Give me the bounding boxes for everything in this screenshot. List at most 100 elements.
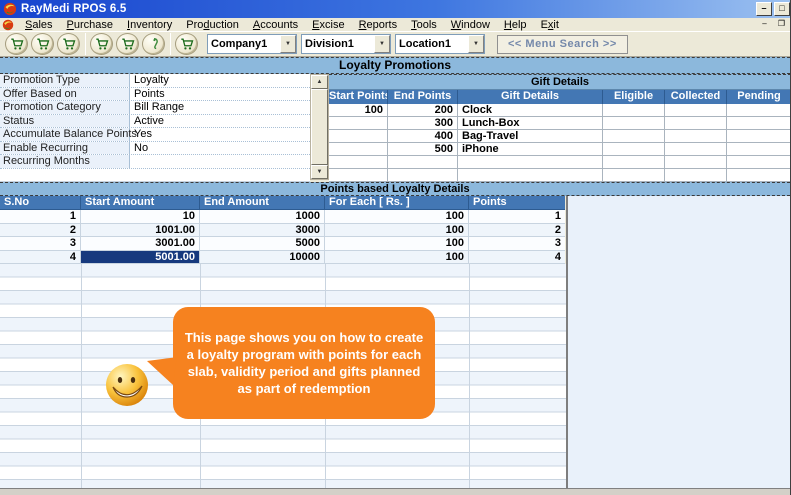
points-cell[interactable]: 4 (469, 251, 565, 264)
end-points-cell[interactable]: 200 (388, 104, 458, 117)
menu-exit[interactable]: Exit (534, 19, 566, 31)
column-header: Start Amount (81, 196, 200, 209)
scrollbar-thumb[interactable] (311, 89, 328, 165)
property-value[interactable]: No (130, 142, 310, 155)
gift-details-header-row: Start Points End Points Gift Details Eli… (329, 90, 791, 104)
collected-cell[interactable] (665, 143, 727, 156)
pending-cell[interactable] (727, 117, 791, 130)
end-amount-cell[interactable]: 10000 (200, 251, 325, 264)
eligible-cell[interactable] (603, 130, 665, 143)
company-combobox[interactable]: Company1 ▼ (207, 34, 297, 54)
start-amount-cell[interactable]: 10 (81, 210, 200, 223)
for-each-cell[interactable]: 100 (325, 210, 469, 223)
sno-cell[interactable]: 2 (0, 224, 81, 237)
mdi-restore-button[interactable]: ❐ (774, 18, 789, 30)
eligible-cell[interactable] (603, 104, 665, 117)
promotion-properties-table: Promotion TypeLoyalty Offer Based onPoin… (0, 74, 310, 182)
start-points-cell[interactable]: 100 (329, 104, 388, 117)
start-points-cell[interactable] (329, 130, 388, 143)
seahorse-icon (147, 37, 161, 51)
menu-purchase[interactable]: Purchase (60, 19, 120, 31)
maximize-button[interactable]: □ (774, 2, 790, 16)
pending-cell[interactable] (727, 130, 791, 143)
eligible-cell[interactable] (603, 143, 665, 156)
raymedi-logo-icon (3, 2, 17, 16)
menu-inventory[interactable]: Inventory (120, 19, 179, 31)
toolbar-cart-button-4[interactable] (90, 33, 113, 55)
column-header: For Each [ Rs. ] (325, 196, 469, 209)
menu-production[interactable]: Production (179, 19, 246, 31)
property-label: Accumulate Balance Points (0, 128, 130, 141)
location-combobox[interactable]: Location1 ▼ (395, 34, 485, 54)
toolbar-cart-button-5[interactable] (116, 33, 139, 55)
pending-cell[interactable] (727, 104, 791, 117)
scroll-down-icon[interactable]: ▼ (311, 165, 328, 179)
end-points-cell[interactable]: 300 (388, 117, 458, 130)
menu-tools[interactable]: Tools (404, 19, 444, 31)
pending-cell[interactable] (727, 143, 791, 156)
menu-accounts[interactable]: Accounts (246, 19, 305, 31)
gift-name-cell[interactable]: iPhone (458, 143, 603, 156)
toolbar-cart-button-7[interactable] (175, 33, 198, 55)
child-window-icon[interactable] (2, 19, 14, 31)
end-amount-cell[interactable]: 3000 (200, 224, 325, 237)
gift-name-cell[interactable]: Lunch-Box (458, 117, 603, 130)
property-value[interactable]: Yes (130, 128, 310, 141)
toolbar-cart-button-1[interactable] (5, 33, 28, 55)
shopping-cart-icon (36, 37, 50, 51)
points-cell[interactable]: 2 (469, 224, 565, 237)
scroll-up-icon[interactable]: ▲ (311, 75, 328, 89)
page-title: Loyalty Promotions (0, 57, 790, 74)
division-combobox[interactable]: Division1 ▼ (301, 34, 391, 54)
chevron-down-icon[interactable]: ▼ (468, 35, 484, 53)
end-amount-cell[interactable]: 1000 (200, 210, 325, 223)
menu-help[interactable]: Help (497, 19, 534, 31)
for-each-cell[interactable]: 100 (325, 224, 469, 237)
mdi-minimize-button[interactable]: – (757, 18, 772, 30)
start-points-cell[interactable] (329, 117, 388, 130)
collected-cell[interactable] (665, 117, 727, 130)
start-amount-cell[interactable]: 1001.00 (81, 224, 200, 237)
points-cell[interactable]: 1 (469, 210, 565, 223)
gift-name-cell[interactable]: Clock (458, 104, 603, 117)
for-each-cell[interactable]: 100 (325, 237, 469, 250)
start-amount-cell[interactable]: 3001.00 (81, 237, 200, 250)
property-value[interactable]: Loyalty (130, 74, 310, 87)
title-bar: RayMedi RPOS 6.5 – □ (0, 0, 790, 18)
collected-cell[interactable] (665, 104, 727, 117)
column-header: S.No (0, 196, 81, 209)
menu-window[interactable]: Window (444, 19, 497, 31)
end-amount-cell[interactable]: 5000 (200, 237, 325, 250)
chevron-down-icon[interactable]: ▼ (374, 35, 390, 53)
end-points-cell[interactable]: 500 (388, 143, 458, 156)
toolbar-separator (85, 33, 86, 55)
sno-cell[interactable]: 1 (0, 210, 81, 223)
property-value[interactable]: Bill Range (130, 101, 310, 114)
points-row: 3 3001.00 5000 100 3 (0, 237, 565, 251)
end-points-cell[interactable]: 400 (388, 130, 458, 143)
menu-excise[interactable]: Excise (305, 19, 351, 31)
for-each-cell[interactable]: 100 (325, 251, 469, 264)
toolbar-cart-button-3[interactable] (57, 33, 80, 55)
sno-cell[interactable]: 3 (0, 237, 81, 250)
eligible-cell[interactable] (603, 117, 665, 130)
points-cell[interactable]: 3 (469, 237, 565, 250)
property-value[interactable]: Points (130, 88, 310, 101)
menu-reports[interactable]: Reports (352, 19, 405, 31)
start-amount-cell-selected[interactable]: 5001.00 (81, 251, 200, 264)
start-points-cell[interactable] (329, 143, 388, 156)
menu-search-button[interactable]: << Menu Search >> (497, 35, 628, 54)
property-value[interactable] (130, 155, 310, 168)
chevron-down-icon[interactable]: ▼ (280, 35, 296, 53)
sno-cell[interactable]: 4 (0, 251, 81, 264)
toolbar-cart-button-2[interactable] (31, 33, 54, 55)
gift-details-title: Gift Details (329, 74, 791, 90)
collected-cell[interactable] (665, 130, 727, 143)
column-header: Collected (665, 90, 727, 104)
property-value[interactable]: Active (130, 115, 310, 128)
minimize-button[interactable]: – (756, 2, 772, 16)
menu-sales[interactable]: Sales (18, 19, 60, 31)
toolbar-seahorse-button[interactable] (142, 33, 165, 55)
properties-scrollbar[interactable]: ▲ ▼ (310, 74, 329, 180)
gift-name-cell[interactable]: Bag-Travel (458, 130, 603, 143)
